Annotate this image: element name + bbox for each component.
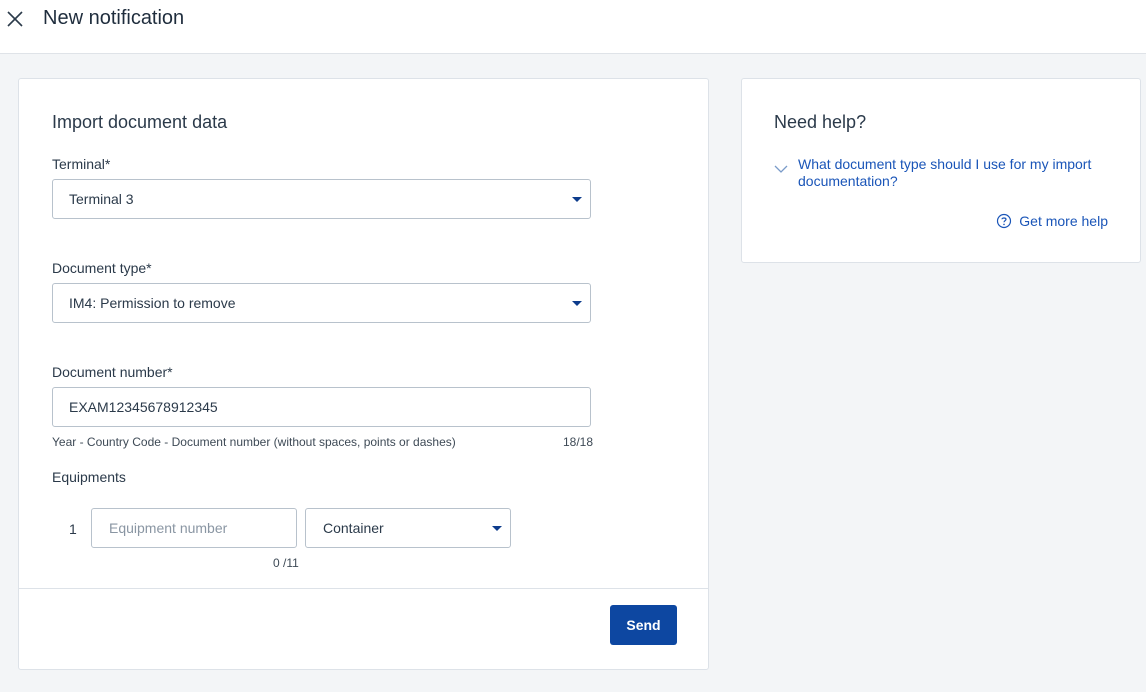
equipments-label: Equipments [52,469,126,485]
caret-down-icon [572,197,582,202]
send-button[interactable]: Send [610,605,677,645]
document-type-label: Document type* [52,260,152,276]
get-more-help-link[interactable]: Get more help [996,213,1108,229]
help-panel: Need help? What document type should I u… [741,78,1141,263]
document-number-input[interactable]: EXAM12345678912345 [52,387,591,427]
equipment-number-counter: 0 /11 [273,556,299,570]
equipment-number-input[interactable]: Equipment number [91,508,297,548]
footer-divider [19,588,708,589]
chevron-down-icon [774,165,788,173]
help-title: Need help? [774,112,867,132]
import-document-form: Import document data Terminal* Terminal … [18,78,709,670]
document-type-value: IM4: Permission to remove [69,295,236,311]
document-number-value: EXAM12345678912345 [69,399,218,415]
terminal-select[interactable]: Terminal 3 [52,179,591,219]
faq-question: What document type should I use for my i… [798,156,1092,189]
document-type-select[interactable]: IM4: Permission to remove [52,283,591,323]
equipment-type-value: Container [323,520,384,536]
document-number-hint: Year - Country Code - Document number (w… [52,435,456,449]
equipment-row-index: 1 [69,521,77,537]
caret-down-icon [572,301,582,306]
document-number-counter: 18/18 [563,435,594,449]
page-title: New notification [43,7,185,29]
document-number-label: Document number* [52,364,173,380]
close-icon[interactable] [4,8,26,30]
section-title: Import document data [52,112,228,132]
equipment-type-select[interactable]: Container [305,508,511,548]
top-bar: New notification [0,0,1146,54]
get-more-help-label: Get more help [1019,213,1108,229]
equipment-number-placeholder: Equipment number [109,520,228,536]
caret-down-icon [492,526,502,531]
terminal-value: Terminal 3 [69,191,134,207]
terminal-label: Terminal* [52,156,111,172]
help-circle-icon [997,213,1012,229]
